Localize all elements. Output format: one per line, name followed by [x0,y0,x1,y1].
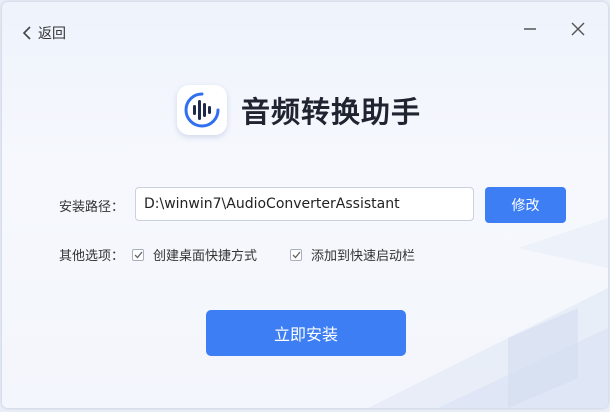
app-title: 音频转换助手 [241,95,422,129]
modify-path-button[interactable]: 修改 [485,187,566,223]
checkmark-icon [292,251,301,258]
desktop-shortcut-option[interactable]: 创建桌面快捷方式 [132,245,257,264]
install-path-label: 安装路径： [59,200,125,215]
close-icon [571,22,585,36]
chevron-left-icon [22,26,31,40]
installer-window: 返回 音频转换助手 安装路径： 修改 其他选项： 创建桌面快捷方式 [2,2,608,408]
minimize-icon [524,28,536,30]
app-header: 音频转换助手 [177,85,421,135]
app-logo [177,85,227,135]
background-decoration [368,218,608,408]
desktop-shortcut-checkbox[interactable] [132,248,144,261]
install-now-button[interactable]: 立即安装 [206,310,406,356]
desktop-shortcut-label: 创建桌面快捷方式 [153,249,258,264]
back-label: 返回 [38,26,66,42]
close-button[interactable] [567,18,589,40]
back-button[interactable]: 返回 [22,23,66,43]
quick-launch-option[interactable]: 添加到快速启动栏 [290,245,415,264]
audio-wave-icon [184,92,220,128]
minimize-button[interactable] [519,18,541,40]
quick-launch-label: 添加到快速启动栏 [311,249,416,264]
install-path-input[interactable] [135,187,474,221]
other-options-label: 其他选项： [59,249,125,264]
checkmark-icon [134,251,143,258]
quick-launch-checkbox[interactable] [290,248,302,261]
